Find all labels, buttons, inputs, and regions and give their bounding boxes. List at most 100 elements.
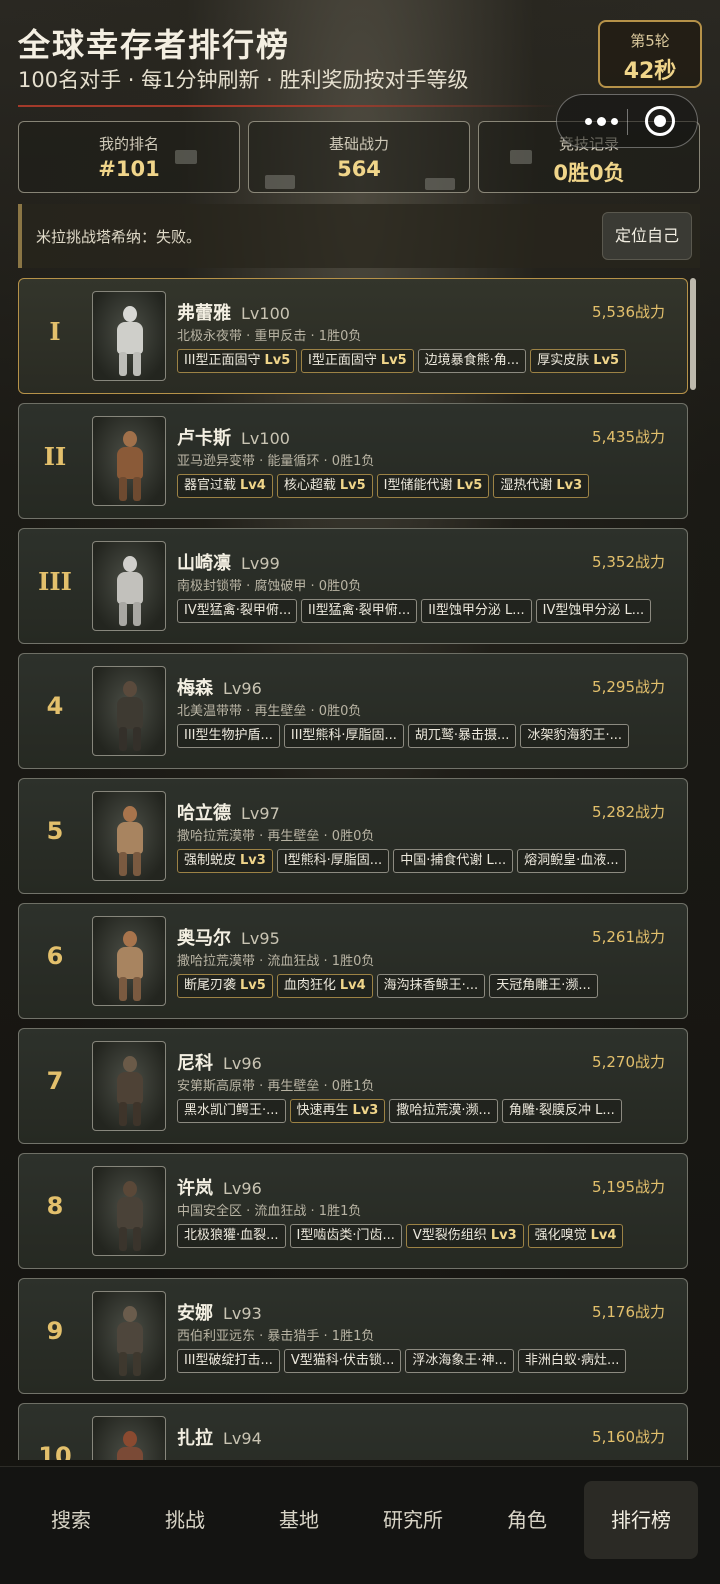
skill-tag-text: 非洲白蚁·病灶... (524, 1353, 620, 1368)
skill-tag[interactable]: 北极狼獾·血裂... (177, 1224, 286, 1248)
locate-self-button[interactable]: 定位自己 (602, 212, 692, 260)
player-name: 扎拉 (177, 1428, 213, 1449)
player-avatar[interactable] (92, 791, 166, 881)
skill-tag-text: II型蚀甲分泌 L... (428, 603, 525, 618)
skill-tag[interactable]: II型蚀甲分泌 L... (421, 599, 532, 623)
rank-number: 6 (46, 942, 64, 970)
player-avatar[interactable] (92, 1166, 166, 1256)
skill-tag[interactable]: 天冠角雕王·濒... (489, 974, 598, 998)
skill-tag[interactable]: 厚实皮肤 Lv5 (530, 349, 627, 373)
skill-tag[interactable]: III型熊科·厚脂固... (283, 724, 404, 748)
player-avatar[interactable] (92, 416, 166, 506)
rank-number: I (49, 317, 61, 346)
skill-tag[interactable]: 湿热代谢 Lv3 (493, 474, 590, 498)
skill-tag[interactable]: IV型蚀甲分泌 L... (535, 599, 652, 623)
leaderboard-row[interactable]: 10 扎拉 Lv94 5,160战力 (18, 1403, 688, 1460)
skill-tag-level: Lv5 (380, 353, 407, 368)
player-description: 西伯利亚远东 · 暴击猎手 · 1胜1负 (177, 1329, 375, 1344)
player-power: 5,282战力 (592, 803, 665, 821)
nav-tab-challenge[interactable]: 挑战 (128, 1481, 242, 1559)
leaderboard-list[interactable]: I 弗蕾雅 Lv100 5,536战力 北极永夜带 · 重甲反击 · 1胜0负 III型正… (0, 278, 720, 1460)
player-power: 5,352战力 (592, 553, 665, 571)
skill-tag[interactable]: 边境暴食熊·角... (417, 349, 527, 373)
player-level: Lv94 (223, 1429, 262, 1448)
skill-tag[interactable]: 中国·捕食代谢 L... (393, 849, 514, 873)
skill-tag-text: 湿热代谢 (500, 478, 553, 493)
leaderboard-row[interactable]: 6 奥马尔 Lv95 5,261战力 撒哈拉荒漠带 · 流血狂战 · 1胜0负 断尾刃袭 L… (18, 903, 688, 1019)
skill-tag[interactable]: III型破绽打击... (177, 1349, 280, 1373)
skill-tag-text: 厚实皮肤 (537, 353, 590, 368)
skill-tag[interactable]: 黑水凯门鳄王·... (177, 1099, 286, 1123)
skill-tag[interactable]: 撒哈拉荒漠·濒... (389, 1099, 498, 1123)
skill-tag[interactable]: I型储能代谢 Lv5 (376, 474, 490, 498)
skill-tag[interactable]: I型熊科·厚脂固... (276, 849, 390, 873)
skill-tag[interactable]: III型生物护盾... (177, 724, 280, 748)
miniprogram-capsule[interactable] (556, 94, 698, 148)
leaderboard-row[interactable]: I 弗蕾雅 Lv100 5,536战力 北极永夜带 · 重甲反击 · 1胜0负 III型正… (18, 278, 688, 394)
skill-tag-text: 强制蜕皮 (184, 853, 237, 868)
leaderboard-row[interactable]: III 山崎凛 Lv99 5,352战力 南极封锁带 · 腐蚀破甲 · 0胜0负 IV型猛… (18, 528, 688, 644)
nav-tab-leaderboard[interactable]: 排行榜 (584, 1481, 698, 1559)
leaderboard-row[interactable]: 5 哈立德 Lv97 5,282战力 撒哈拉荒漠带 · 再生壁垒 · 0胜0负 强制蜕皮 L… (18, 778, 688, 894)
leaderboard-row[interactable]: 8 许岚 Lv96 5,195战力 中国安全区 · 流血狂战 · 1胜1负 北极狼獾·血裂… (18, 1153, 688, 1269)
player-name-line: 卢卡斯 Lv100 (177, 424, 290, 450)
skill-tag-text: 核心超载 (283, 478, 336, 493)
skill-tag[interactable]: 断尾刃袭 Lv5 (177, 974, 273, 998)
stat-base-power: 基础战力 564 (248, 121, 470, 193)
leaderboard-row[interactable]: 7 尼科 Lv96 5,270战力 安第斯高原带 · 再生壁垒 · 0胜1负 黑水凯门鳄王… (18, 1028, 688, 1144)
more-options-icon[interactable] (575, 111, 625, 131)
stat-label: 基础战力 (328, 135, 389, 153)
round-countdown: 42秒 (623, 59, 677, 84)
skill-tag[interactable]: I型正面固守 Lv5 (301, 349, 414, 373)
nav-tab-research[interactable]: 研究所 (356, 1481, 470, 1559)
player-avatar[interactable] (92, 666, 166, 756)
skill-tag[interactable]: 器官过载 Lv4 (177, 474, 273, 498)
skill-tag-level: Lv3 (352, 1103, 379, 1118)
player-avatar[interactable] (92, 291, 166, 381)
list-scrollbar[interactable] (690, 278, 696, 390)
skill-tag-text: I型正面固守 (308, 353, 377, 368)
skill-tags: 断尾刃袭 Lv5 血肉狂化 Lv4 海沟抹香鲸王·... 天冠角雕王·濒... (177, 974, 602, 998)
skill-tag[interactable]: 浮冰海象王·神... (405, 1349, 514, 1373)
skill-tag[interactable]: 血肉狂化 Lv4 (276, 974, 373, 998)
nav-tab-search[interactable]: 搜索 (14, 1481, 128, 1559)
skill-tag[interactable]: 海沟抹香鲸王·... (376, 974, 486, 998)
skill-tag[interactable]: 胡兀鹫·暴击摄... (407, 724, 517, 748)
leaderboard-row[interactable]: II 卢卡斯 Lv100 5,435战力 亚马逊异变带 · 能量循环 · 0胜1负 器官过… (18, 403, 688, 519)
player-avatar[interactable] (92, 541, 166, 631)
skill-tag[interactable]: 熔洞鲵皇·血液... (517, 849, 626, 873)
skill-tag[interactable]: V型猫科·伏击锁... (283, 1349, 402, 1373)
skill-tag-text: 快速再生 (296, 1103, 349, 1118)
skill-tag-text: III型生物护盾... (184, 728, 273, 743)
leaderboard-row[interactable]: 9 安娜 Lv93 5,176战力 西伯利亚远东 · 暴击猎手 · 1胜1负 III型破绽… (18, 1278, 688, 1394)
skill-tag[interactable]: 快速再生 Lv3 (289, 1099, 386, 1123)
nav-tab-base[interactable]: 基地 (242, 1481, 356, 1559)
skill-tag-text: 浮冰海象王·神... (412, 1353, 507, 1368)
skill-tag[interactable]: II型猛禽·裂甲俯... (301, 599, 418, 623)
skill-tag[interactable]: 非洲白蚁·病灶... (517, 1349, 627, 1373)
close-miniprogram-icon[interactable] (645, 106, 675, 136)
player-description: 北极永夜带 · 重甲反击 · 1胜0负 (177, 329, 362, 344)
skill-tag[interactable]: 强化嗅觉 Lv4 (527, 1224, 624, 1248)
leaderboard-row[interactable]: 4 梅森 Lv96 5,295战力 北美温带带 · 再生壁垒 · 0胜0负 III型生物护… (18, 653, 688, 769)
skill-tag[interactable]: 冰架豹海豹王·... (520, 724, 629, 748)
skill-tag-text: III型正面固守 (184, 353, 261, 368)
player-avatar[interactable] (92, 1291, 166, 1381)
player-level: Lv100 (241, 304, 290, 323)
player-avatar[interactable] (92, 1416, 166, 1460)
skill-tag[interactable]: I型啮齿类·门齿... (289, 1224, 402, 1248)
player-level: Lv96 (223, 1054, 262, 1073)
skill-tag[interactable]: V型裂伤组织 Lv3 (405, 1224, 524, 1248)
skill-tag[interactable]: 角雕·裂膜反冲 L... (501, 1099, 622, 1123)
capsule-divider (627, 109, 628, 135)
round-label: 第5轮 (630, 32, 670, 50)
nav-tab-character[interactable]: 角色 (470, 1481, 584, 1559)
skill-tag-text: 冰架豹海豹王·... (527, 728, 622, 743)
skill-tag[interactable]: III型正面固守 Lv5 (177, 349, 297, 373)
skill-tag[interactable]: IV型猛禽·裂甲俯... (177, 599, 297, 623)
skill-tag[interactable]: 核心超载 Lv5 (276, 474, 373, 498)
player-level: Lv100 (241, 429, 290, 448)
skill-tag[interactable]: 强制蜕皮 Lv3 (177, 849, 273, 873)
player-avatar[interactable] (92, 1041, 166, 1131)
player-avatar[interactable] (92, 916, 166, 1006)
